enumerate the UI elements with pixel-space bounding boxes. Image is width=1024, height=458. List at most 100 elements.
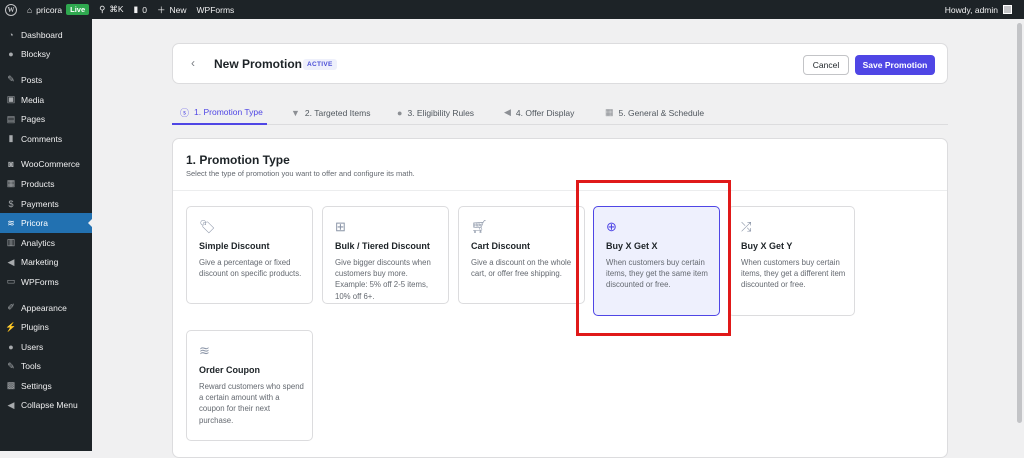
card-description: When customers buy certain items, they g…	[741, 258, 846, 290]
sidebar-item-dashboard[interactable]: ◔ Dashboard	[0, 25, 92, 45]
shortcut-label: ⌘K	[109, 4, 124, 14]
section-subtitle: Select the type of promotion you want to…	[186, 169, 415, 178]
sidebar-item-pages[interactable]: ▤ Pages	[0, 109, 92, 129]
card-bulk-tiered-discount[interactable]: ⊞ Bulk / Tiered Discount Give bigger dis…	[322, 206, 449, 304]
comments-link[interactable]: ▮ 0	[129, 0, 152, 19]
sidebar-item-products[interactable]: ▦ Products	[0, 174, 92, 194]
pin-icon: ✎	[7, 74, 15, 85]
sidebar-item-label: Payments	[21, 198, 59, 209]
new-content-link[interactable]: ＋ New	[152, 0, 192, 19]
tab-targeted-items[interactable]: ▼ 2. Targeted Items	[291, 101, 370, 124]
tab-label: 2. Targeted Items	[304, 107, 371, 118]
sidebar-item-label: Pricora	[21, 218, 48, 229]
tab-promotion-type[interactable]: ⓢ 1. Promotion Type	[172, 101, 267, 125]
tag-icon: 🏷︎	[199, 219, 216, 234]
person-icon: ●	[397, 107, 403, 118]
sidebar-item-posts[interactable]: ✎ Posts	[0, 70, 92, 90]
calendar-icon: ▦	[605, 107, 614, 117]
page-scrollbar[interactable]	[1015, 19, 1024, 451]
tab-eligibility-rules[interactable]: ● 3. Eligibility Rules	[397, 101, 474, 124]
sidebar-item-label: Tools	[21, 361, 41, 372]
sidebar-item-analytics[interactable]: ▥ Analytics	[0, 233, 92, 253]
wpforms-icon: ▭	[6, 276, 16, 287]
megaphone-icon: ◀	[7, 256, 15, 267]
sidebar-item-woocommerce[interactable]: ◙ WooCommerce	[0, 155, 92, 175]
brush-icon: ✐	[7, 302, 15, 313]
sidebar-item-wpforms[interactable]: ▭ WPForms	[0, 272, 92, 292]
sidebar-item-label: Plugins	[21, 322, 49, 333]
wordpress-icon: W	[5, 3, 17, 16]
main-content: ‹ New Promotion ACTIVE Cancel Save Promo…	[92, 19, 1024, 458]
sidebar-item-blocksy[interactable]: ● Blocksy	[0, 45, 92, 65]
dashboard-icon: ◔	[8, 29, 14, 40]
command-palette-button[interactable]: ⚲ ⌘K	[94, 0, 128, 19]
promotion-header: ‹ New Promotion ACTIVE Cancel Save Promo…	[172, 43, 948, 84]
sidebar-item-appearance[interactable]: ✐ Appearance	[0, 298, 92, 318]
card-cart-discount[interactable]: 🛒︎ Cart Discount Give a discount on the …	[458, 206, 585, 304]
home-icon: ⌂	[27, 4, 33, 15]
sidebar-item-label: Media	[21, 94, 45, 105]
tab-label: 1. Promotion Type	[194, 107, 263, 117]
comment-icon: ▮	[8, 133, 14, 144]
card-description: Reward customers who spend a certain amo…	[199, 382, 304, 425]
wordpress-logo-button[interactable]: W	[0, 0, 22, 19]
tab-offer-display[interactable]: ◀ 4. Offer Display	[504, 101, 574, 124]
pages-icon: ▤	[6, 113, 16, 124]
admin-sidebar: ◔ Dashboard ● Blocksy ✎ Posts ▣ Media ▤ Pages…	[0, 19, 93, 451]
tab-label: 4. Offer Display	[515, 107, 575, 118]
new-label: New	[169, 4, 187, 15]
products-icon: ▦	[6, 178, 16, 189]
card-order-coupon[interactable]: ≋ Order Coupon Reward customers who spen…	[186, 330, 313, 441]
scrollbar-thumb[interactable]	[1017, 23, 1022, 423]
sidebar-item-settings[interactable]: ▩ Settings	[0, 376, 92, 396]
tab-label: 5. General & Schedule	[618, 107, 705, 118]
back-chevron-icon[interactable]: ‹	[191, 56, 195, 70]
site-name: pricora	[36, 4, 63, 15]
card-title: Order Coupon	[199, 365, 260, 375]
blocksy-icon: ●	[8, 49, 14, 60]
sidebar-item-plugins[interactable]: ⚡ Plugins	[0, 317, 92, 337]
sidebar-item-tools[interactable]: ✎ Tools	[0, 357, 92, 377]
page-title: New Promotion	[214, 57, 303, 71]
live-badge: Live	[66, 4, 90, 15]
sidebar-item-payments[interactable]: $ Payments	[0, 194, 92, 214]
collapse-menu-button[interactable]: ◀ Collapse Menu	[0, 396, 92, 416]
sidebar-item-media[interactable]: ▣ Media	[0, 90, 92, 110]
howdy-text: Howdy, admin	[944, 4, 998, 15]
card-simple-discount[interactable]: 🏷︎ Simple Discount Give a percentage or …	[186, 206, 313, 304]
sidebar-item-users[interactable]: ● Users	[0, 337, 92, 357]
comments-count: 0	[142, 4, 147, 15]
tab-general-schedule[interactable]: ▦ 5. General & Schedule	[605, 101, 704, 124]
card-buy-x-get-y[interactable]: ⤮ Buy X Get Y When customers buy certain…	[728, 206, 855, 316]
wrench-icon: ✎	[7, 360, 15, 371]
shuffle-icon: ⤮	[741, 219, 752, 234]
card-title: Buy X Get Y	[741, 241, 793, 251]
account-menu[interactable]: Howdy, admin	[945, 0, 1012, 19]
coupon-icon: ≋	[199, 343, 210, 358]
cancel-button[interactable]: Cancel	[803, 55, 849, 75]
sidebar-item-comments[interactable]: ▮ Comments	[0, 129, 92, 149]
sidebar-item-label: Products	[21, 178, 55, 189]
sidebar-item-pricora[interactable]: ≋ Pricora	[0, 213, 93, 233]
avatar	[1003, 5, 1012, 14]
section-divider	[173, 190, 947, 191]
card-title: Bulk / Tiered Discount	[335, 241, 430, 251]
sidebar-item-label: Users	[21, 341, 44, 352]
search-icon: ⚲	[99, 4, 106, 14]
sidebar-item-label: Marketing	[21, 257, 59, 268]
card-description: Give a discount on the whole cart, or of…	[471, 258, 572, 279]
wpforms-label: WPForms	[196, 4, 235, 15]
woocommerce-icon: ◙	[8, 159, 14, 170]
wpforms-adminbar-link[interactable]: WPForms	[192, 0, 240, 19]
sidebar-item-label: Dashboard	[21, 29, 63, 40]
sidebar-item-label: Settings	[21, 380, 52, 391]
sidebar-item-marketing[interactable]: ◀ Marketing	[0, 253, 92, 273]
card-description: Give a percentage or fixed discount on s…	[199, 258, 302, 279]
section-title: 1. Promotion Type	[186, 153, 290, 167]
promotion-type-panel: 1. Promotion Type Select the type of pro…	[172, 138, 948, 458]
site-name-link[interactable]: ⌂ pricora Live	[22, 0, 94, 19]
card-title: Cart Discount	[471, 241, 531, 251]
sidebar-item-label: WPForms	[21, 276, 59, 287]
save-promotion-button[interactable]: Save Promotion	[855, 55, 935, 75]
comment-icon: ▮	[133, 4, 139, 14]
